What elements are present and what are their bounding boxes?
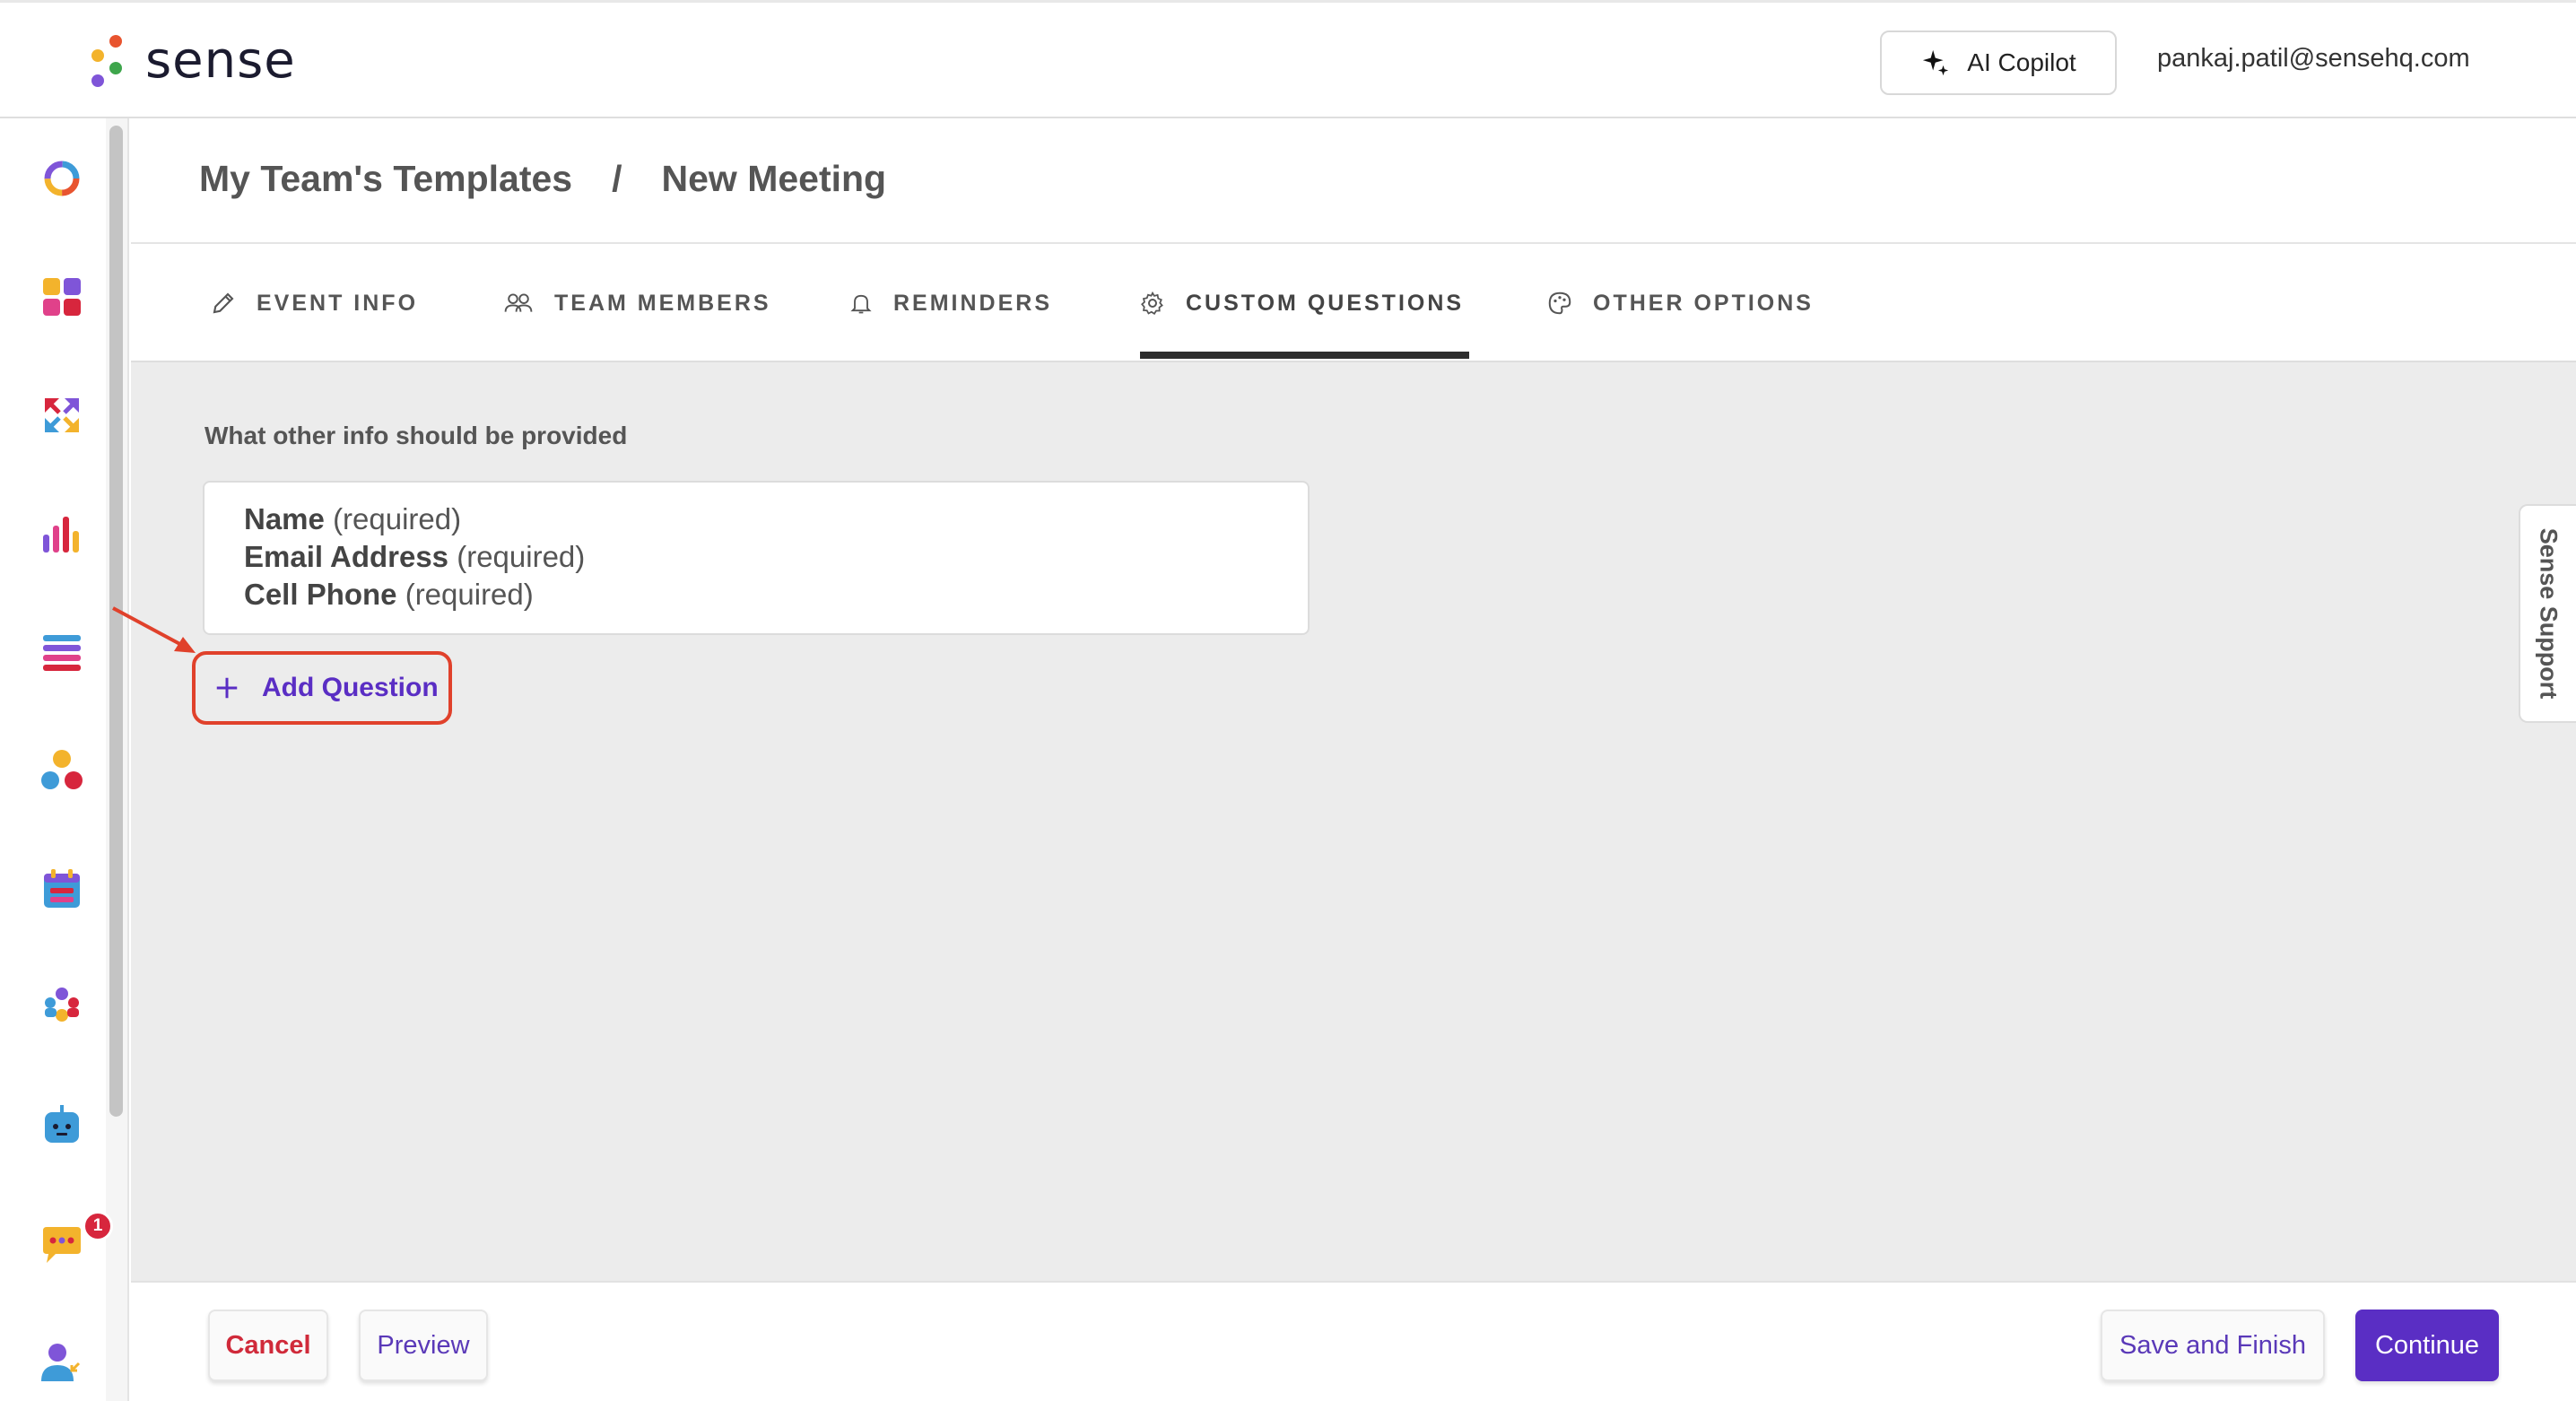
bot-icon[interactable]	[39, 1103, 84, 1148]
field-required-note: (required)	[333, 502, 462, 535]
people-icon	[504, 293, 533, 312]
add-question-button[interactable]: Add Question	[192, 651, 452, 725]
chat-icon[interactable]	[39, 1222, 84, 1266]
breadcrumb-bar: My Team's Templates / New Meeting	[131, 118, 2576, 244]
calendar-icon[interactable]	[39, 866, 84, 911]
field-row: Cell Phone (required)	[244, 576, 1268, 613]
gear-icon	[1141, 291, 1163, 315]
pencil-icon	[213, 292, 234, 314]
save-and-finish-button[interactable]: Save and Finish	[2101, 1310, 2325, 1381]
tab-custom-questions[interactable]: CUSTOM QUESTIONS	[1139, 244, 1464, 362]
network-icon[interactable]	[39, 748, 84, 793]
continue-button[interactable]: Continue	[2355, 1310, 2499, 1381]
tab-event-info[interactable]: EVENT INFO	[210, 244, 418, 362]
tab-event-info-label: EVENT INFO	[257, 290, 419, 316]
sense-support-tab[interactable]: Sense Support	[2519, 504, 2576, 723]
tab-other-options[interactable]: OTHER OPTIONS	[1546, 244, 1814, 362]
cancel-button[interactable]: Cancel	[208, 1310, 328, 1381]
breadcrumb-separator: /	[612, 158, 622, 199]
field-row: Name (required)	[244, 500, 1268, 538]
active-tab-indicator	[1140, 352, 1469, 359]
sense-support-label: Sense Support	[2535, 527, 2563, 700]
brand-name: sense	[145, 31, 296, 90]
tab-custom-questions-label: CUSTOM QUESTIONS	[1186, 290, 1465, 316]
field-name: Name	[244, 502, 325, 535]
sparkle-icon	[1923, 49, 1949, 76]
breadcrumb-parent[interactable]: My Team's Templates	[199, 158, 572, 200]
section-label: What other info should be provided	[205, 422, 628, 449]
tab-bar: EVENT INFO TEAM MEMBERS REMINDERS CUSTOM…	[131, 244, 2576, 362]
breadcrumb: My Team's Templates / New Meeting	[199, 158, 886, 200]
logo-dots-icon	[86, 31, 127, 91]
breadcrumb-current: New Meeting	[661, 158, 887, 199]
bell-icon	[850, 294, 872, 314]
add-question-label: Add Question	[262, 673, 439, 702]
preview-button[interactable]: Preview	[359, 1310, 488, 1381]
ring-icon[interactable]	[39, 156, 84, 201]
user-icon[interactable]	[39, 1340, 84, 1385]
arrows-icon[interactable]	[39, 393, 84, 438]
tab-reminders[interactable]: REMINDERS	[849, 244, 1052, 362]
sense-logo[interactable]: sense	[86, 30, 296, 92]
field-name: Email Address	[244, 540, 449, 573]
field-name: Cell Phone	[244, 578, 397, 611]
tab-team-members[interactable]: TEAM MEMBERS	[502, 244, 771, 362]
field-required-note: (required)	[405, 578, 534, 611]
bar-chart-icon[interactable]	[39, 511, 84, 556]
plus-icon	[216, 677, 238, 699]
user-email[interactable]: pankaj.patil@sensehq.com	[2157, 44, 2470, 74]
tab-team-members-label: TEAM MEMBERS	[554, 290, 771, 316]
list-icon[interactable]	[39, 630, 84, 674]
tab-reminders-label: REMINDERS	[893, 290, 1053, 316]
ai-copilot-label: AI Copilot	[1967, 48, 2076, 76]
people-group-icon[interactable]	[39, 985, 84, 1030]
field-row: Email Address (required)	[244, 538, 1268, 576]
ai-copilot-button[interactable]: AI Copilot	[1880, 30, 2117, 95]
chat-notification-badge: 1	[83, 1211, 113, 1241]
field-required-note: (required)	[457, 540, 586, 573]
tab-other-options-label: OTHER OPTIONS	[1593, 290, 1814, 316]
default-fields-card: Name (required) Email Address (required)…	[203, 481, 1310, 635]
top-bar: sense AI Copilot pankaj.patil@sensehq.co…	[0, 0, 2576, 118]
annotation-arrow-icon	[112, 606, 196, 653]
palette-icon	[1548, 292, 1571, 315]
grid-icon[interactable]	[39, 274, 84, 319]
